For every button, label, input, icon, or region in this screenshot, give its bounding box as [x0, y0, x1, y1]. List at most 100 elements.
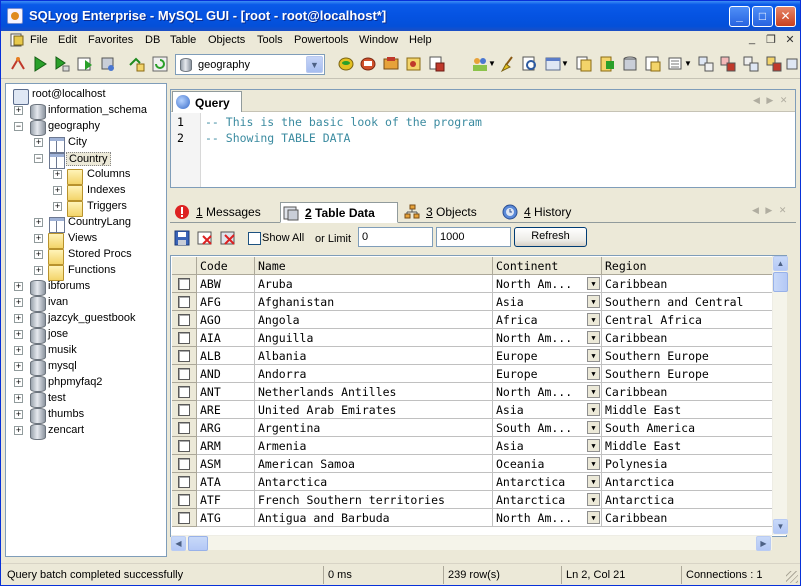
migration-icon[interactable] [786, 55, 798, 73]
table-row[interactable]: ARE United Arab Emirates Asia ▼ Middle East [171, 401, 777, 419]
row-checkbox[interactable] [178, 368, 190, 380]
refresh-object-browser-icon[interactable] [128, 55, 146, 73]
chevron-down-icon[interactable]: ▼ [587, 457, 600, 470]
expand-icon[interactable]: + [34, 218, 43, 227]
import-icon[interactable] [644, 55, 662, 73]
expand-icon[interactable]: + [14, 314, 23, 323]
cell-continent[interactable]: Antarctica ▼ [493, 473, 602, 491]
cell-continent[interactable]: Antarctica ▼ [493, 491, 602, 509]
table-row[interactable]: AGO Angola Africa ▼ Central Africa [171, 311, 777, 329]
connect-icon[interactable] [9, 55, 27, 73]
expand-icon[interactable]: + [14, 410, 23, 419]
row-checkbox[interactable] [178, 404, 190, 416]
row-checkbox[interactable] [178, 440, 190, 452]
cell-region[interactable]: Middle East [602, 401, 777, 419]
create-view-icon[interactable] [405, 55, 423, 73]
menu-file[interactable]: File [30, 34, 48, 46]
row-selector[interactable] [172, 491, 197, 509]
create-procedure-icon[interactable] [428, 55, 446, 73]
row-selector[interactable] [172, 275, 197, 293]
chevron-down-icon[interactable]: ▼ [587, 493, 600, 506]
cell-name[interactable]: Aruba [255, 275, 493, 293]
cell-continent[interactable]: Oceania ▼ [493, 455, 602, 473]
row-selector[interactable] [172, 419, 197, 437]
code-line[interactable]: -- This is the basic look of the program [205, 115, 482, 131]
cell-continent[interactable]: North Am... ▼ [493, 509, 602, 527]
table-row[interactable]: ATG Antigua and Barbuda North Am... ▼ Caribb… [171, 509, 777, 527]
cell-code[interactable]: ATA [197, 473, 255, 491]
limit-count-input[interactable]: 1000 [436, 227, 511, 247]
find-icon[interactable] [521, 55, 539, 73]
row-checkbox[interactable] [178, 296, 190, 308]
cell-name[interactable]: Andorra [255, 365, 493, 383]
row-checkbox[interactable] [178, 278, 190, 290]
expand-icon[interactable]: + [14, 330, 23, 339]
cell-continent[interactable]: Asia ▼ [493, 401, 602, 419]
chevron-down-icon[interactable]: ▼ [587, 313, 600, 326]
column-header-continent[interactable]: Continent [493, 257, 602, 275]
code-line[interactable]: -- Showing TABLE DATA [205, 131, 350, 147]
cell-code[interactable]: ARM [197, 437, 255, 455]
copy-database-icon[interactable] [575, 55, 593, 73]
expand-icon[interactable]: + [14, 106, 23, 115]
chevron-down-icon[interactable]: ▼ [587, 349, 600, 362]
expand-icon[interactable]: + [14, 346, 23, 355]
row-selector[interactable] [172, 473, 197, 491]
execute-query-icon[interactable] [31, 55, 49, 73]
row-checkbox[interactable] [178, 314, 190, 326]
menu-help[interactable]: Help [409, 34, 432, 46]
table-row[interactable]: ABW Aruba North Am... ▼ Caribbean [171, 275, 777, 293]
cell-continent[interactable]: South Am... ▼ [493, 419, 602, 437]
cell-continent[interactable]: Europe ▼ [493, 365, 602, 383]
chevron-down-icon[interactable]: ▼ [587, 367, 600, 380]
chevron-down-icon[interactable]: ▼ [587, 511, 600, 524]
menu-favorites[interactable]: Favorites [88, 34, 133, 46]
chevron-down-icon[interactable]: ▼ [306, 56, 323, 73]
cell-region[interactable]: Antarctica [602, 473, 777, 491]
cell-name[interactable]: Netherlands Antilles [255, 383, 493, 401]
users-icon[interactable] [471, 55, 489, 73]
menu-edit[interactable]: Edit [58, 34, 77, 46]
title-bar[interactable]: SQLyog Enterprise - MySQL GUI - [root - … [1, 1, 800, 31]
expand-icon[interactable]: + [14, 394, 23, 403]
tab-objects[interactable]: 3 Objects [402, 202, 492, 223]
table-row[interactable]: AND Andorra Europe ▼ Southern Europe [171, 365, 777, 383]
row-selector[interactable] [172, 437, 197, 455]
broom-icon[interactable] [499, 55, 517, 73]
expand-icon[interactable]: + [14, 378, 23, 387]
refresh-button[interactable]: Refresh [514, 227, 587, 247]
row-selector[interactable] [172, 329, 197, 347]
expand-icon[interactable]: + [34, 266, 43, 275]
minimize-button[interactable]: _ [729, 6, 750, 27]
cell-code[interactable]: ARG [197, 419, 255, 437]
export-icon[interactable] [598, 55, 616, 73]
cell-continent[interactable]: Asia ▼ [493, 437, 602, 455]
sync-icon[interactable] [667, 55, 685, 73]
cell-region[interactable]: Southern Europe [602, 365, 777, 383]
save-icon[interactable] [174, 230, 190, 246]
table-row[interactable]: ATA Antarctica Antarctica ▼ Antarctica [171, 473, 777, 491]
row-checkbox[interactable] [178, 476, 190, 488]
cell-name[interactable]: American Samoa [255, 455, 493, 473]
cell-name[interactable]: Argentina [255, 419, 493, 437]
create-index-icon[interactable] [382, 55, 400, 73]
cell-continent[interactable]: North Am... ▼ [493, 275, 602, 293]
scroll-thumb[interactable] [773, 272, 788, 292]
row-checkbox[interactable] [178, 386, 190, 398]
cell-name[interactable]: French Southern territories [255, 491, 493, 509]
chevron-down-icon[interactable]: ▼ [587, 295, 600, 308]
tab-scroll-arrows-icon[interactable]: ◀ ▶ ✕ [752, 205, 788, 216]
cell-region[interactable]: Antarctica [602, 491, 777, 509]
table-row[interactable]: ANT Netherlands Antilles North Am... ▼ Carib… [171, 383, 777, 401]
cell-region[interactable]: Polynesia [602, 455, 777, 473]
cell-region[interactable]: Southern Europe [602, 347, 777, 365]
expand-icon[interactable]: + [14, 362, 23, 371]
cell-code[interactable]: ASM [197, 455, 255, 473]
row-selector[interactable] [172, 455, 197, 473]
data-sync-icon[interactable] [719, 55, 737, 73]
table-row[interactable]: ARG Argentina South Am... ▼ South America [171, 419, 777, 437]
cell-region[interactable]: Caribbean [602, 275, 777, 293]
cell-continent[interactable]: North Am... ▼ [493, 383, 602, 401]
tab-scroll-arrows-icon[interactable]: ◀ ▶ ✕ [753, 95, 789, 106]
execute-update-icon[interactable] [76, 55, 94, 73]
